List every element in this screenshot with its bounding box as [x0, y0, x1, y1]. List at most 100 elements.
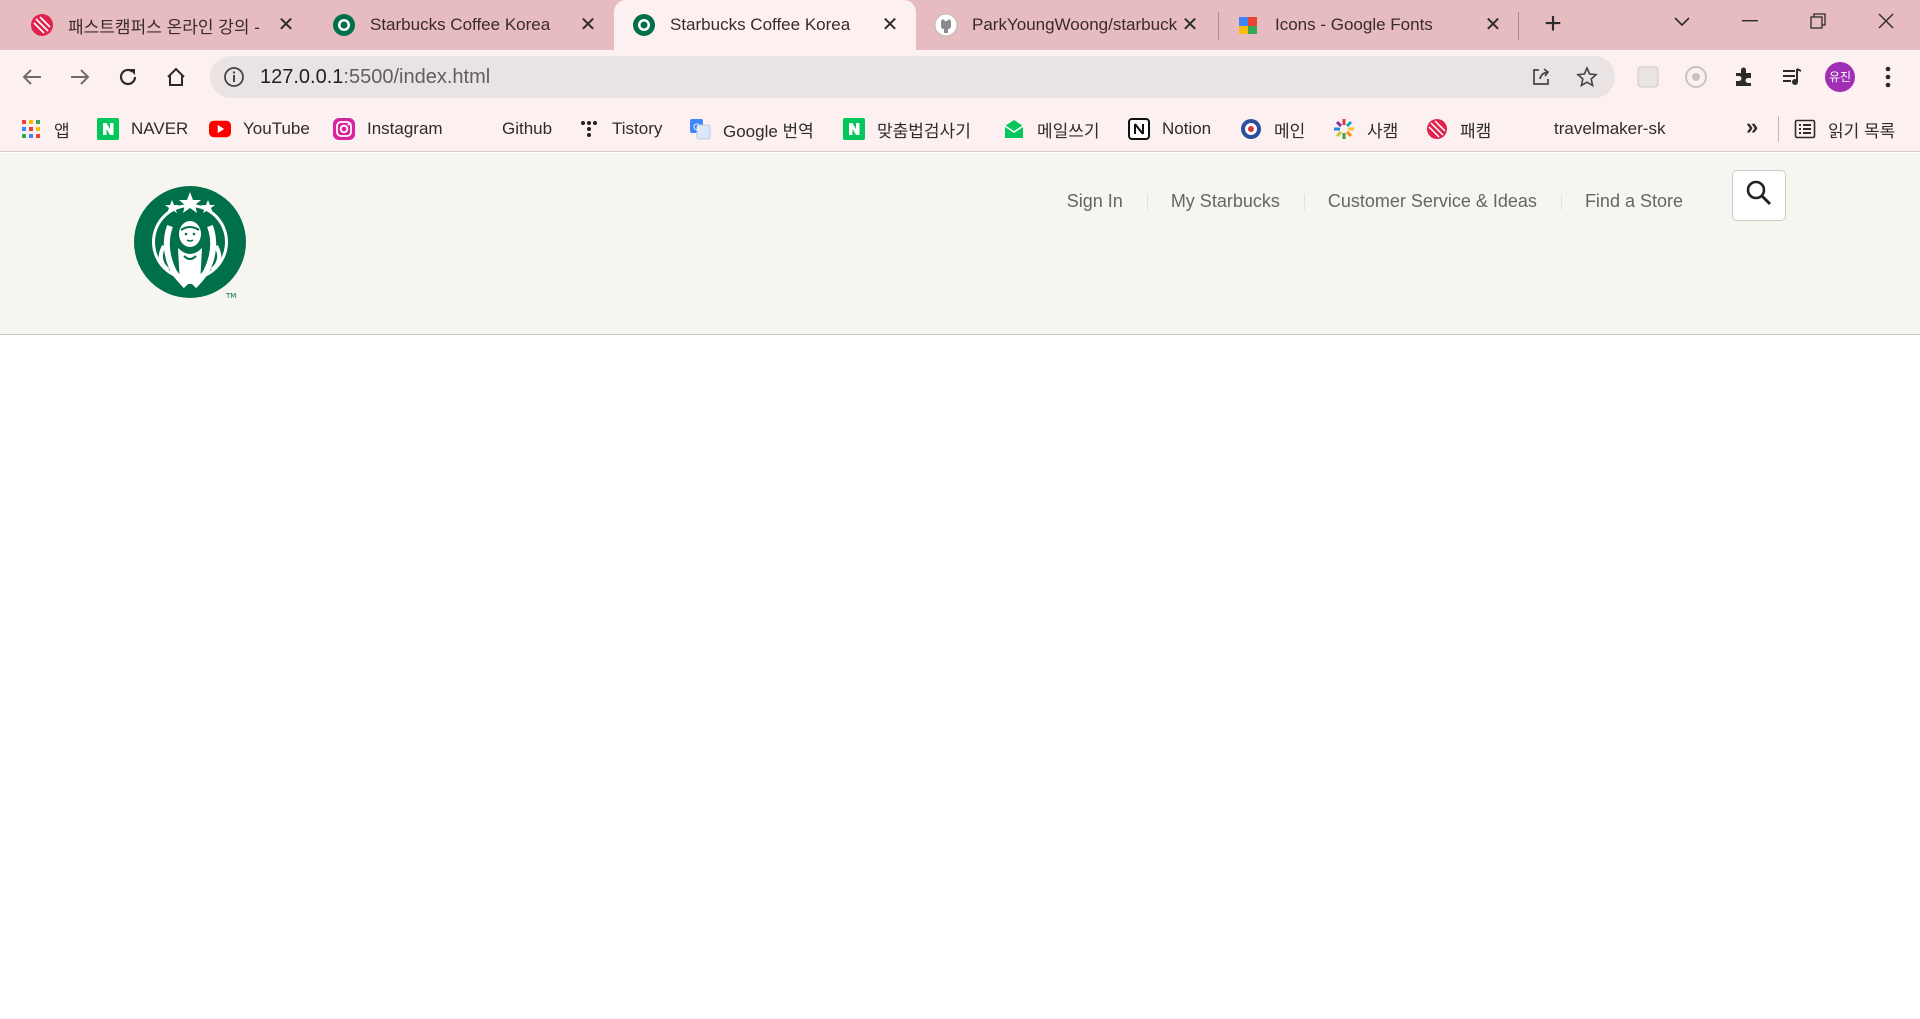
bookmark-travelmaker[interactable]: travelmaker-sk — [1520, 116, 1665, 142]
customer-service-link[interactable]: Customer Service & Ideas — [1303, 191, 1561, 212]
close-tab-icon[interactable]: ✕ — [878, 13, 902, 37]
share-icon[interactable] — [1528, 64, 1554, 90]
tistory-icon — [578, 118, 600, 140]
bookmark-fastcampus[interactable]: 패캠 — [1426, 116, 1491, 142]
sub-menu: Sign In My Starbucks Customer Service & … — [1043, 186, 1707, 216]
tab-divider — [1518, 12, 1519, 40]
tab-github[interactable]: ParkYoungWoong/starbuck ✕ — [916, 0, 1216, 50]
close-tab-icon[interactable]: ✕ — [1178, 13, 1202, 37]
bookmark-notion[interactable]: Notion — [1128, 116, 1211, 142]
extension-placeholder-icon[interactable] — [1630, 59, 1666, 95]
tab-fastcampus[interactable]: 패스트캠퍼스 온라인 강의 - ✕ — [12, 0, 312, 50]
reading-list-icon — [1794, 118, 1816, 140]
bookmark-spellcheck[interactable]: 맞춤법검사기 — [843, 116, 971, 142]
google-translate-icon: G — [689, 118, 711, 140]
tab-strip: 패스트캠퍼스 온라인 강의 - ✕ Starbucks Coffee Korea… — [0, 0, 1920, 50]
tab-starbucks-active[interactable]: Starbucks Coffee Korea ✕ — [614, 0, 916, 50]
bookmark-star-icon[interactable] — [1574, 64, 1600, 90]
tab-title: Starbucks Coffee Korea — [370, 15, 551, 34]
restore-icon[interactable] — [1788, 0, 1848, 42]
bookmark-label: Github — [502, 119, 553, 138]
bookmark-apps[interactable]: 앱 — [20, 116, 70, 142]
notion-icon — [1128, 118, 1150, 140]
media-queue-icon[interactable] — [1774, 59, 1810, 95]
bookmarks-overflow-button[interactable]: » — [1746, 114, 1758, 140]
bookmark-label: 사캠 — [1367, 121, 1399, 141]
bookmark-sacam[interactable]: 사캠 — [1333, 116, 1398, 142]
extensions-puzzle-icon[interactable] — [1726, 59, 1762, 95]
bookmark-naver[interactable]: NAVER — [97, 116, 188, 142]
svg-text:TM: TM — [225, 292, 236, 300]
bookmark-label: NAVER — [131, 119, 189, 138]
tab-search-chevron-icon[interactable] — [1652, 0, 1712, 42]
my-starbucks-link[interactable]: My Starbucks — [1146, 191, 1304, 212]
sign-in-link[interactable]: Sign In — [1043, 191, 1147, 212]
tab-title: ParkYoungWoong/starbuck — [972, 15, 1178, 34]
instagram-icon — [333, 118, 355, 140]
starbucks-icon — [332, 13, 356, 37]
tab-starbucks-1[interactable]: Starbucks Coffee Korea ✕ — [314, 0, 614, 50]
reading-list-button[interactable]: 읽기 목록 — [1794, 116, 1895, 142]
bookmark-label: YouTube — [243, 119, 310, 138]
site-info-icon[interactable] — [222, 65, 246, 89]
reload-icon[interactable] — [110, 59, 146, 95]
page-viewport: TM Sign In My Starbucks Customer Service… — [0, 153, 1920, 1019]
blank-icon — [468, 118, 490, 140]
extension-circle-icon[interactable] — [1678, 59, 1714, 95]
home-icon[interactable] — [158, 59, 194, 95]
bookmark-google-translate[interactable]: G Google 번역 — [689, 116, 814, 142]
bookmarks-divider — [1778, 116, 1779, 142]
bookmark-label: travelmaker-sk — [1554, 119, 1666, 138]
svg-text:G: G — [693, 123, 700, 133]
bookmark-mail[interactable]: 메일쓰기 — [1003, 116, 1100, 142]
reading-list-label: 읽기 목록 — [1828, 121, 1896, 141]
close-tab-icon[interactable]: ✕ — [1481, 13, 1505, 37]
starbucks-icon — [632, 13, 656, 37]
bookmark-instagram[interactable]: Instagram — [333, 116, 443, 142]
globe-icon — [1240, 118, 1262, 140]
bookmarks-bar: 앱 NAVER YouTube Instagram Github Tistory… — [0, 104, 1920, 152]
github-icon — [934, 13, 958, 37]
close-tab-icon[interactable]: ✕ — [576, 13, 600, 37]
bookmark-label: Tistory — [612, 119, 663, 138]
bookmark-label: 패캠 — [1460, 121, 1492, 141]
site-header: TM Sign In My Starbucks Customer Service… — [0, 153, 1920, 335]
profile-avatar[interactable]: 유진 — [1822, 59, 1858, 95]
tab-google-fonts[interactable]: Icons - Google Fonts ✕ — [1219, 0, 1519, 50]
profile-label: 유진 — [1828, 70, 1852, 84]
apps-grid-icon — [20, 118, 42, 140]
sunburst-icon — [1333, 118, 1355, 140]
close-tab-icon[interactable]: ✕ — [274, 13, 298, 37]
starbucks-logo[interactable]: TM — [134, 186, 250, 302]
browser-menu-icon[interactable] — [1870, 59, 1906, 95]
bookmark-label: Instagram — [367, 119, 443, 138]
address-bar[interactable]: 127.0.0.1:5500/index.html — [210, 56, 1615, 98]
bookmark-main[interactable]: 메인 — [1240, 116, 1305, 142]
tab-title: Starbucks Coffee Korea — [670, 15, 851, 34]
new-tab-icon[interactable]: + — [1537, 9, 1569, 41]
mail-icon — [1003, 118, 1025, 140]
blank-icon — [1520, 118, 1542, 140]
bookmark-label: Google 번역 — [723, 121, 814, 141]
bookmark-github[interactable]: Github — [468, 116, 552, 142]
tab-title: 패스트캠퍼스 온라인 강의 - — [68, 17, 260, 37]
bookmark-label: 맞춤법검사기 — [877, 121, 971, 141]
google-fonts-icon — [1237, 13, 1261, 37]
bookmark-youtube[interactable]: YouTube — [209, 116, 310, 142]
forward-icon[interactable] — [62, 59, 98, 95]
naver-icon — [97, 118, 119, 140]
browser-toolbar: 127.0.0.1:5500/index.html 유진 — [0, 50, 1920, 104]
minimize-icon[interactable] — [1720, 0, 1780, 42]
bookmark-label: 앱 — [54, 121, 70, 141]
youtube-icon — [209, 118, 231, 140]
search-icon — [1745, 179, 1773, 212]
find-a-store-link[interactable]: Find a Store — [1560, 191, 1707, 212]
bookmark-tistory[interactable]: Tistory — [578, 116, 662, 142]
back-icon[interactable] — [14, 59, 50, 95]
close-window-icon[interactable] — [1856, 0, 1916, 42]
search-button[interactable] — [1732, 170, 1786, 221]
naver-icon — [843, 118, 865, 140]
bookmark-label: Notion — [1162, 119, 1212, 138]
url-text: 127.0.0.1:5500/index.html — [260, 66, 490, 89]
fastcampus-icon — [1426, 118, 1448, 140]
